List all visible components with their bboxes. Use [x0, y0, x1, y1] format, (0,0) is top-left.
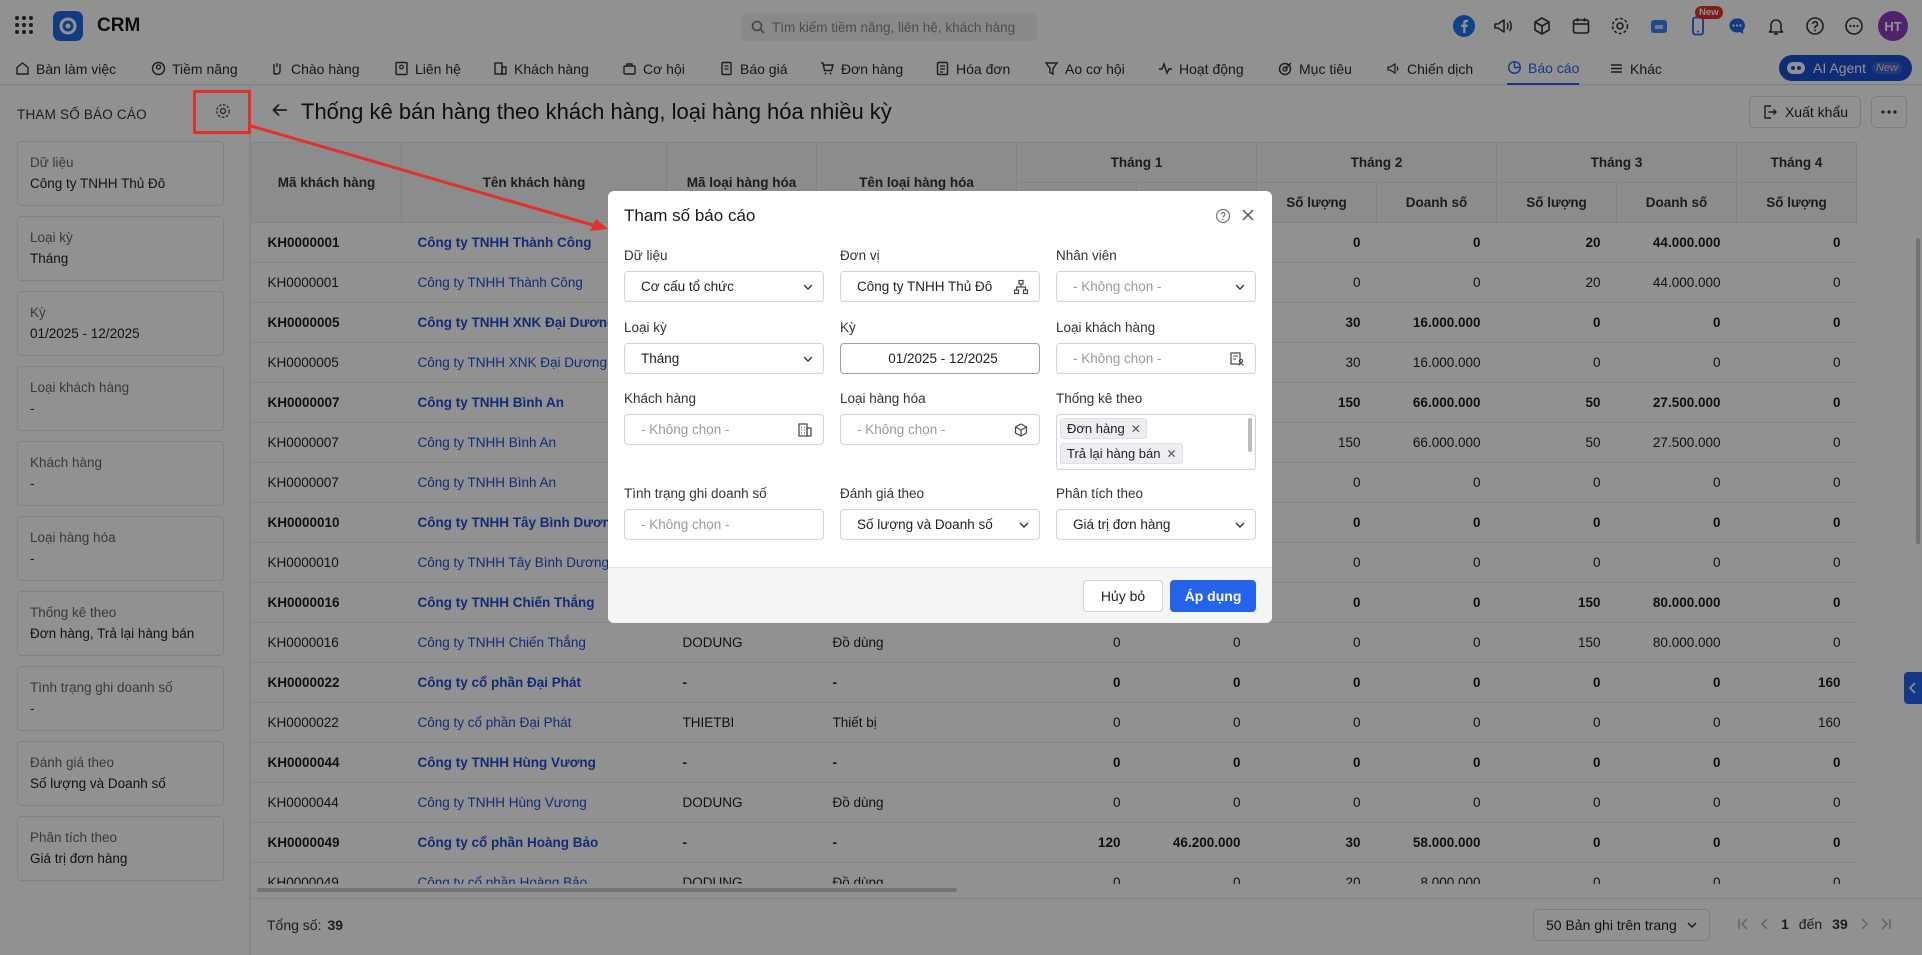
- chevron-down-icon: [1019, 522, 1029, 528]
- field-label: Khách hàng: [624, 391, 697, 406]
- help-icon[interactable]: [1215, 208, 1231, 224]
- chevron-down-icon: [803, 356, 813, 362]
- select-value: Công ty TNHH Thủ Đô: [857, 279, 993, 294]
- danh-gia-theo-select[interactable]: Số lượng và Doanh số: [840, 509, 1040, 540]
- chevron-down-icon: [1235, 522, 1245, 528]
- field-label: Kỳ: [840, 320, 856, 335]
- select-value: Giá trị đơn hàng: [1073, 517, 1171, 532]
- field-label: Phân tích theo: [1056, 486, 1144, 501]
- tag-label: Đơn hàng: [1067, 421, 1125, 436]
- field-label: Tình trạng ghi doanh số: [624, 486, 767, 501]
- select-value: Số lượng và Doanh số: [857, 517, 993, 532]
- building-list-icon[interactable]: [797, 422, 813, 438]
- loai-ky-select[interactable]: Tháng: [624, 343, 824, 374]
- org-chart-icon[interactable]: [1013, 279, 1029, 295]
- select-value: - Không chọn -: [641, 517, 730, 532]
- select-value: - Không chọn -: [1073, 279, 1162, 294]
- field-label: Dữ liệu: [624, 248, 668, 263]
- remove-tag-icon[interactable]: ✕: [1131, 422, 1141, 436]
- user-list-icon[interactable]: [1229, 351, 1245, 367]
- phan-tich-theo-select[interactable]: Giá trị đơn hàng: [1056, 509, 1256, 540]
- dialog-title: Tham số báo cáo: [624, 206, 756, 225]
- tag-label: Trả lại hàng bán: [1067, 446, 1161, 461]
- field-label: Loại khách hàng: [1056, 320, 1156, 335]
- chevron-down-icon: [803, 284, 813, 290]
- select-value: - Không chọn -: [857, 422, 946, 437]
- package-icon[interactable]: [1013, 422, 1029, 438]
- field-label: Loại hàng hóa: [840, 391, 926, 406]
- thong-ke-theo-multiselect[interactable]: Đơn hàng ✕ Trả lại hàng bán ✕: [1056, 414, 1256, 470]
- don-vi-picker[interactable]: Công ty TNHH Thủ Đô: [840, 271, 1040, 302]
- select-value: - Không chọn -: [641, 422, 730, 437]
- field-label: Đánh giá theo: [840, 486, 925, 501]
- close-icon[interactable]: [1242, 209, 1254, 221]
- tag-tra-lai-hang-ban: Trả lại hàng bán ✕: [1060, 443, 1183, 464]
- dialog-footer: Hủy bỏ Áp dụng: [608, 567, 1272, 623]
- gear-highlight-box: [193, 90, 251, 134]
- cancel-button[interactable]: Hủy bỏ: [1083, 580, 1163, 612]
- ky-range-picker[interactable]: 01/2025 - 12/2025: [840, 343, 1040, 374]
- loai-khach-hang-picker[interactable]: - Không chọn -: [1056, 343, 1256, 374]
- field-label: Đơn vị: [840, 248, 880, 263]
- select-value: Cơ cấu tổ chức: [641, 279, 734, 294]
- select-value: Tháng: [641, 351, 680, 366]
- field-label: Nhân viên: [1056, 248, 1117, 263]
- apply-button[interactable]: Áp dụng: [1170, 580, 1256, 612]
- tag-scrollbar[interactable]: [1248, 418, 1252, 452]
- loai-hang-hoa-picker[interactable]: - Không chọn -: [840, 414, 1040, 445]
- tinh-trang-select[interactable]: - Không chọn -: [624, 509, 824, 540]
- remove-tag-icon[interactable]: ✕: [1166, 447, 1176, 461]
- chevron-down-icon: [1235, 284, 1245, 290]
- select-value: 01/2025 - 12/2025: [888, 351, 998, 366]
- field-label: Loại kỳ: [624, 320, 667, 335]
- khach-hang-picker[interactable]: - Không chọn -: [624, 414, 824, 445]
- select-value: - Không chọn -: [1073, 351, 1162, 366]
- nhan-vien-select[interactable]: - Không chọn -: [1056, 271, 1256, 302]
- report-params-dialog: Tham số báo cáo Dữ liệu Cơ cấu tổ chức Đ…: [608, 191, 1272, 623]
- tag-don-hang: Đơn hàng ✕: [1060, 418, 1147, 439]
- du-lieu-select[interactable]: Cơ cấu tổ chức: [624, 271, 824, 302]
- field-label: Thống kê theo: [1056, 391, 1143, 406]
